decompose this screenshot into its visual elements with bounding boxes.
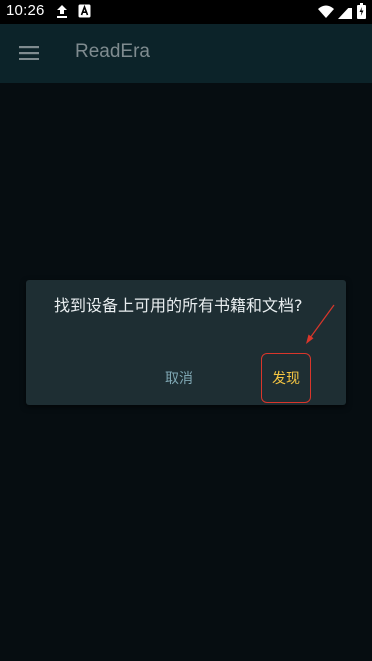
cancel-button[interactable]: 取消 [150,358,208,398]
battery-icon [357,3,366,19]
status-bar: 10:26 [0,0,372,24]
discover-button[interactable]: 发现 [261,353,311,403]
app-title: ReadEra [75,41,150,62]
status-time: 10:26 [6,2,45,19]
menu-icon [19,46,39,60]
menu-button[interactable] [9,33,49,73]
annotation-arrow-icon [306,304,335,344]
upload-icon [57,5,67,18]
wifi-icon [318,5,334,18]
app-bar: ReadEra [0,24,372,83]
a-badge-icon [78,4,91,18]
cellular-signal-icon [338,4,352,19]
discover-books-dialog: 找到设备上可用的所有书籍和文档? 取消 发现 [26,280,346,405]
dialog-message: 找到设备上可用的所有书籍和文档? [54,296,303,315]
